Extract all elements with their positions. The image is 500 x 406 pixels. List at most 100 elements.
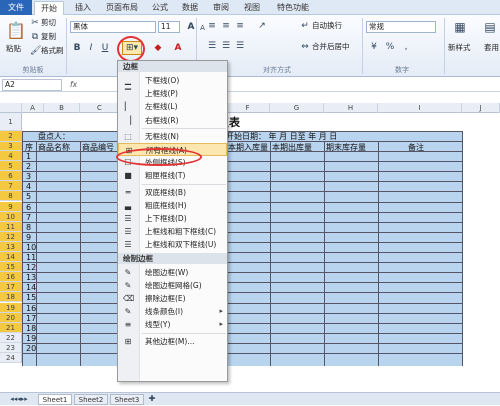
menu-item[interactable]: ▔ 上框线(P) (118, 87, 227, 100)
cut-icon[interactable]: ✂ (30, 17, 40, 29)
row-header[interactable]: 21 (0, 322, 22, 333)
menu-item[interactable]: ▕ 右框线(R) (118, 114, 227, 127)
row-header[interactable]: 9 (0, 201, 22, 212)
tab-page-layout[interactable]: 页面布局 (100, 1, 144, 15)
merge-center-icon[interactable]: ⇔ (300, 41, 310, 53)
tab-file[interactable]: 文件 (0, 0, 32, 15)
menu-item[interactable]: ■ 粗匣框线(T) (118, 169, 227, 182)
align-center-icon[interactable]: ☰ (220, 40, 232, 52)
new-style-button[interactable]: 新样式 (448, 43, 471, 53)
menu-item[interactable]: ▃ 粗底框线(H) (118, 199, 227, 212)
currency-icon[interactable]: ¥ (368, 41, 380, 53)
font-color-button[interactable]: A (172, 42, 184, 54)
sheet-tab-sheet1[interactable]: Sheet1 (38, 394, 72, 405)
row-header[interactable]: 16 (0, 272, 22, 283)
row-header[interactable]: 7 (0, 181, 22, 192)
comma-style-icon[interactable]: , (400, 41, 412, 53)
align-middle-icon[interactable]: ≡ (220, 20, 232, 32)
align-left-icon[interactable]: ☰ (206, 40, 218, 52)
wrap-text-icon[interactable]: ↵ (300, 20, 310, 32)
tab-insert[interactable]: 插入 (70, 1, 96, 15)
row-header[interactable]: 24 (0, 353, 22, 364)
row-header[interactable]: 19 (0, 302, 22, 313)
format-as-table-icon[interactable]: ▤ (482, 21, 498, 33)
sheet-nav-arrows-icon[interactable]: ◂◂◂▸▸ (2, 393, 36, 405)
sheet-tab-sheet3[interactable]: Sheet3 (110, 394, 144, 405)
copy-button[interactable]: 复制 (41, 32, 56, 42)
font-size-select[interactable]: 11 (158, 21, 180, 33)
underline-button[interactable]: U (100, 42, 110, 54)
format-as-table-button[interactable]: 套用 (484, 43, 499, 53)
row-header[interactable]: 2 (0, 131, 22, 142)
orientation-icon[interactable]: ↗ (256, 20, 268, 32)
format-painter-icon[interactable]: 🖌 (30, 45, 41, 57)
menu-item[interactable]: ✎ 绘图边框(W) (118, 266, 227, 279)
align-bottom-icon[interactable]: ≡ (234, 20, 246, 32)
column-header[interactable]: J (462, 103, 500, 113)
column-header[interactable]: A (22, 103, 44, 113)
fx-label[interactable]: fx (70, 80, 77, 90)
align-right-icon[interactable]: ☰ (234, 40, 246, 52)
insert-sheet-icon[interactable]: ✚ (146, 393, 158, 405)
tab-formulas[interactable]: 公式 (148, 1, 172, 15)
percent-icon[interactable]: % (384, 41, 396, 53)
menu-item[interactable]: ⊞ 其他边框(M)... (118, 335, 227, 348)
align-top-icon[interactable]: ≡ (206, 20, 218, 32)
menu-item[interactable]: ☰ 上下框线(D) (118, 212, 227, 225)
merge-center-button[interactable]: 合并后居中 (312, 42, 350, 52)
row-header[interactable]: 11 (0, 221, 22, 232)
menu-item[interactable]: ✎ 绘图边框网格(G) (118, 279, 227, 292)
tab-view[interactable]: 视图 (240, 1, 264, 15)
menu-item[interactable]: ▁ 下框线(O) (118, 74, 227, 87)
menu-item[interactable]: ═ 双底框线(B) (118, 186, 227, 199)
paste-icon[interactable]: 📋 (6, 21, 26, 41)
format-painter-button[interactable]: 格式刷 (41, 46, 64, 56)
row-header[interactable]: 12 (0, 231, 22, 242)
menu-item[interactable]: ≡ 线型(Y) ▸ (118, 318, 227, 331)
row-header[interactable]: 10 (0, 211, 22, 222)
italic-button[interactable]: I (86, 42, 96, 54)
column-header[interactable]: I (378, 103, 462, 113)
row-header[interactable]: 23 (0, 342, 22, 353)
cut-button[interactable]: 剪切 (41, 18, 56, 28)
sheet-tab-sheet2[interactable]: Sheet2 (74, 394, 108, 405)
row-header[interactable]: 22 (0, 332, 22, 343)
row-header[interactable]: 15 (0, 262, 22, 273)
row-header[interactable]: 5 (0, 161, 22, 172)
menu-item[interactable]: ☰ 上框线和双下框线(U) (118, 238, 227, 251)
bold-button[interactable]: B (72, 42, 82, 54)
grow-font-icon[interactable]: A (186, 21, 196, 33)
new-style-icon[interactable]: ▦ (452, 21, 468, 33)
menu-item[interactable]: ☰ 上框线和粗下框线(C) (118, 225, 227, 238)
tab-special-features[interactable]: 特色功能 (270, 1, 316, 15)
number-format-select[interactable]: 常规 (366, 21, 436, 33)
row-header[interactable]: 17 (0, 282, 22, 293)
row-header[interactable]: 8 (0, 191, 22, 202)
tab-data[interactable]: 数据 (178, 1, 202, 15)
row-header[interactable]: 1 (0, 113, 22, 131)
row-header[interactable]: 18 (0, 292, 22, 303)
row-header[interactable]: 6 (0, 171, 22, 182)
menu-item[interactable]: ✎ 线条颜色(I) ▸ (118, 305, 227, 318)
column-header[interactable]: C (80, 103, 120, 113)
column-header[interactable]: G (270, 103, 324, 113)
wrap-text-button[interactable]: 自动换行 (312, 21, 342, 31)
paste-button[interactable]: 粘贴 (6, 44, 21, 54)
copy-icon[interactable]: ⧉ (30, 31, 40, 43)
column-header[interactable]: H (324, 103, 378, 113)
row-header[interactable]: 14 (0, 252, 22, 263)
select-all-corner[interactable] (0, 103, 22, 113)
menu-item[interactable]: ⬚ 无框线(N) (118, 130, 227, 143)
row-header[interactable]: 4 (0, 151, 22, 162)
column-header[interactable]: B (44, 103, 80, 113)
name-box[interactable]: A2 (2, 79, 62, 91)
row-header[interactable]: 13 (0, 241, 22, 252)
row-header[interactable]: 3 (0, 142, 22, 151)
font-name-select[interactable]: 黑体 (70, 21, 156, 33)
tab-review[interactable]: 审阅 (209, 1, 233, 15)
row-header[interactable]: 20 (0, 312, 22, 323)
menu-item[interactable]: ⌫ 擦除边框(E) (118, 292, 227, 305)
column-header[interactable]: F (226, 103, 270, 113)
menu-item[interactable]: ▏ 左框线(L) (118, 100, 227, 113)
tab-home[interactable]: 开始 (34, 1, 64, 15)
